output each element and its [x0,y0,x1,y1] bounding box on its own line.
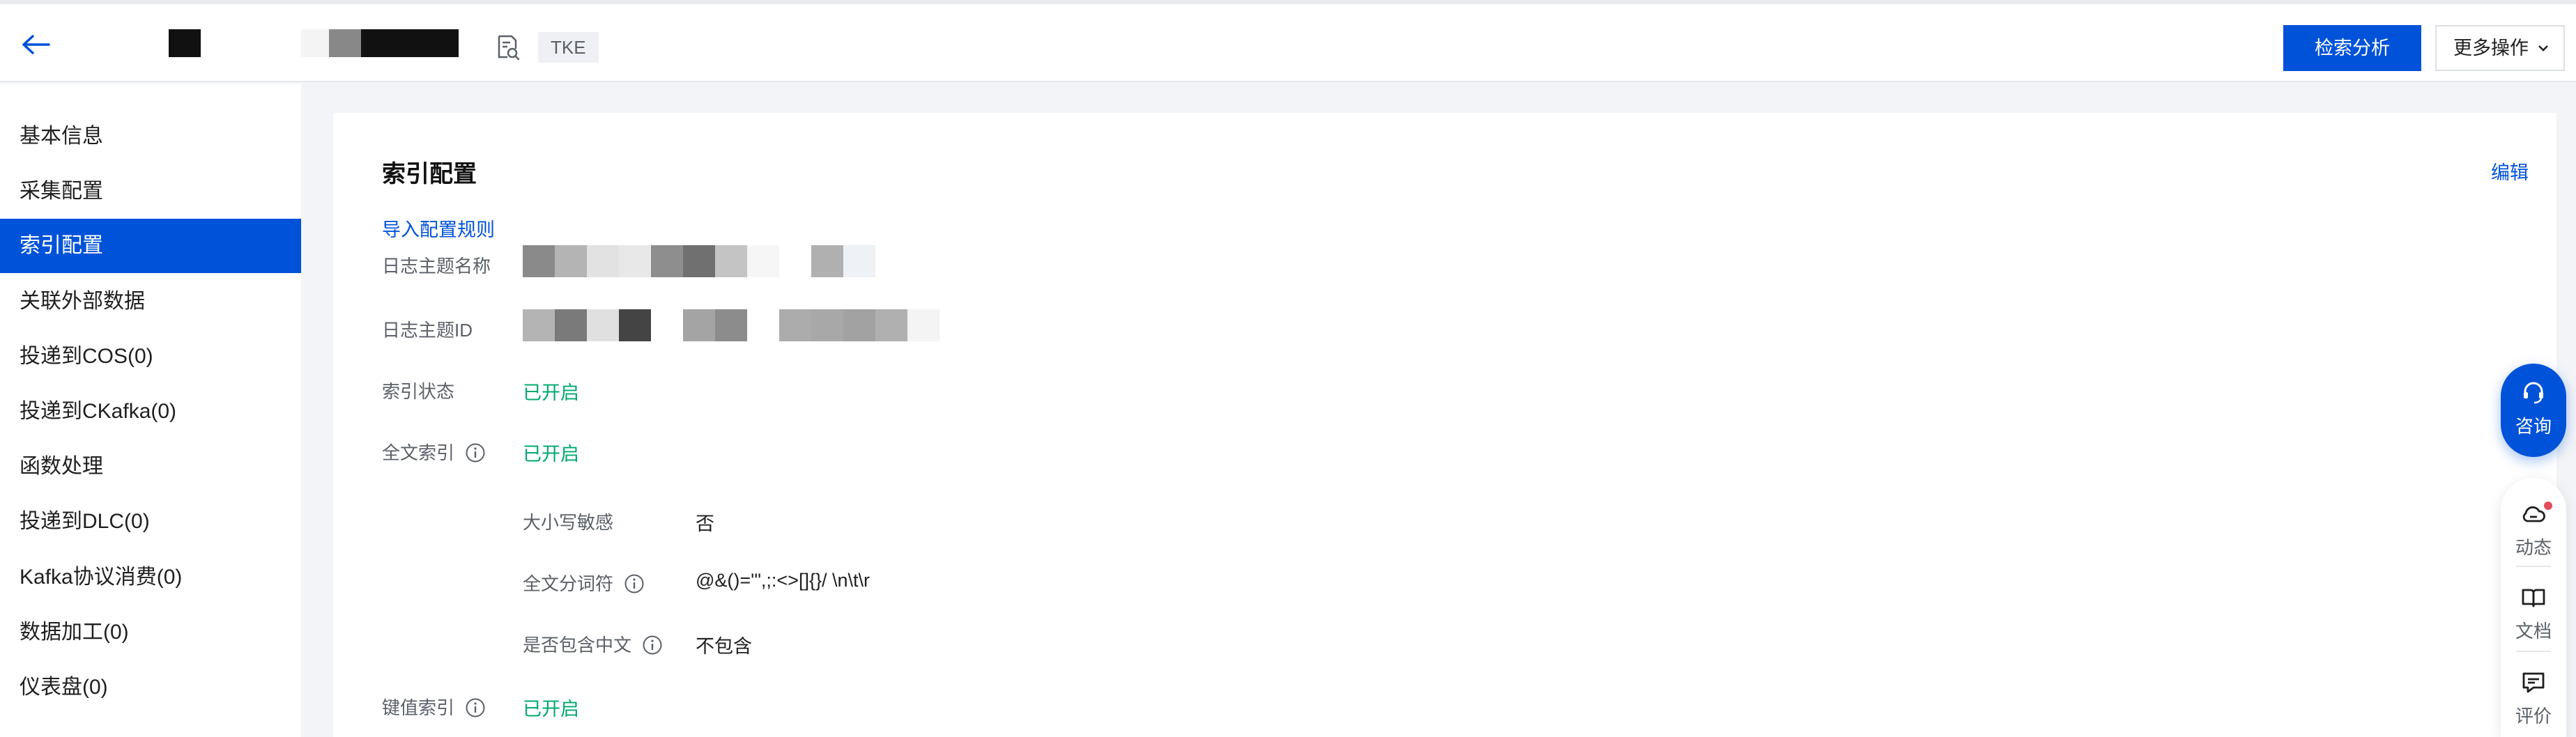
info-icon[interactable] [465,697,486,718]
log-search-icon[interactable] [493,33,521,61]
back-arrow-icon[interactable] [21,32,52,57]
info-icon[interactable] [465,442,486,463]
chinese-label-wrap: 是否包含中文 [523,631,663,657]
card-title: 索引配置 [382,161,477,187]
topic-name-value-redacted [523,245,875,277]
sidebar-item-ship-dlc[interactable]: 投递到DLC(0) [0,495,301,549]
index-status-label: 索引状态 [382,381,455,402]
feedback-icon [2522,672,2545,693]
kv-index-label-wrap: 键值索引 [382,694,486,720]
sidebar-item-basic-info[interactable]: 基本信息 [0,109,301,164]
more-actions-label: 更多操作 [2453,38,2529,59]
import-rules-link[interactable]: 导入配置规则 [382,215,495,242]
docs-button[interactable]: 文档 [2501,574,2566,651]
chinese-value: 不包含 [696,636,752,657]
fulltext-index-value: 已开启 [523,444,579,465]
sidebar: 基本信息 采集配置 索引配置 关联外部数据 投递到COS(0) 投递到CKafk… [0,84,301,737]
cloud-news-icon [2522,506,2545,522]
topic-id-value-redacted [523,309,940,341]
headset-icon [2524,382,2543,404]
consult-label: 咨询 [2515,416,2552,437]
sidebar-item-collection-config[interactable]: 采集配置 [0,164,301,219]
redacted-block [329,29,361,57]
fulltext-index-label-wrap: 全文索引 [382,439,486,465]
chevron-down-icon [2538,45,2548,52]
delimiter-label: 全文分词符 [523,573,614,594]
case-sensitive-value: 否 [696,513,714,534]
kv-index-label: 键值索引 [382,697,455,718]
redacted-block [169,29,201,57]
edit-link[interactable]: 编辑 [2491,157,2529,185]
sidebar-item-index-config[interactable]: 索引配置 [0,219,301,273]
fulltext-index-label: 全文索引 [382,442,455,463]
delimiter-value: @&()='",;:<>[]{}/ \n\t\r [696,570,871,591]
sidebar-item-ship-cos[interactable]: 投递到COS(0) [0,329,301,384]
helper-panel: 动态 文档 评价 [2501,478,2566,737]
chinese-label: 是否包含中文 [523,635,632,655]
topic-name-label: 日志主题名称 [382,256,491,277]
sidebar-item-data-processing[interactable]: 数据加工(0) [0,605,301,660]
notification-dot [2544,502,2552,510]
delimiter-label-wrap: 全文分词符 [523,570,645,596]
news-button[interactable]: 动态 [2501,490,2566,567]
redacted-block [301,29,329,57]
sidebar-item-function[interactable]: 函数处理 [0,440,301,494]
info-icon[interactable] [624,573,645,594]
topic-id-label: 日志主题ID [382,320,473,341]
search-analysis-button[interactable]: 检索分析 [2283,25,2421,71]
index-config-card: 索引配置 编辑 导入配置规则 日志主题名称 日志主题ID 索引状态 已开启 全文… [333,113,2556,737]
index-status-value: 已开启 [523,382,579,403]
consult-button[interactable]: 咨询 [2501,364,2566,457]
book-icon [2522,589,2545,607]
info-icon[interactable] [642,635,663,655]
sidebar-item-kafka-consume[interactable]: Kafka协议消费(0) [0,550,301,605]
more-actions-button[interactable]: 更多操作 [2435,25,2565,71]
sidebar-item-dashboard[interactable]: 仪表盘(0) [0,660,301,715]
review-button[interactable]: 评价 [2501,659,2566,736]
case-sensitive-label: 大小写敏感 [523,512,614,533]
top-bar: TKE 检索分析 更多操作 [0,0,2576,82]
sidebar-item-external-data[interactable]: 关联外部数据 [0,274,301,329]
review-label: 评价 [2515,706,2552,727]
sidebar-item-ship-ckafka[interactable]: 投递到CKafka(0) [0,385,301,439]
cluster-tag: TKE [538,32,599,63]
kv-index-value: 已开启 [523,699,579,720]
redacted-block [361,29,459,57]
docs-label: 文档 [2515,621,2552,642]
news-label: 动态 [2515,537,2552,558]
